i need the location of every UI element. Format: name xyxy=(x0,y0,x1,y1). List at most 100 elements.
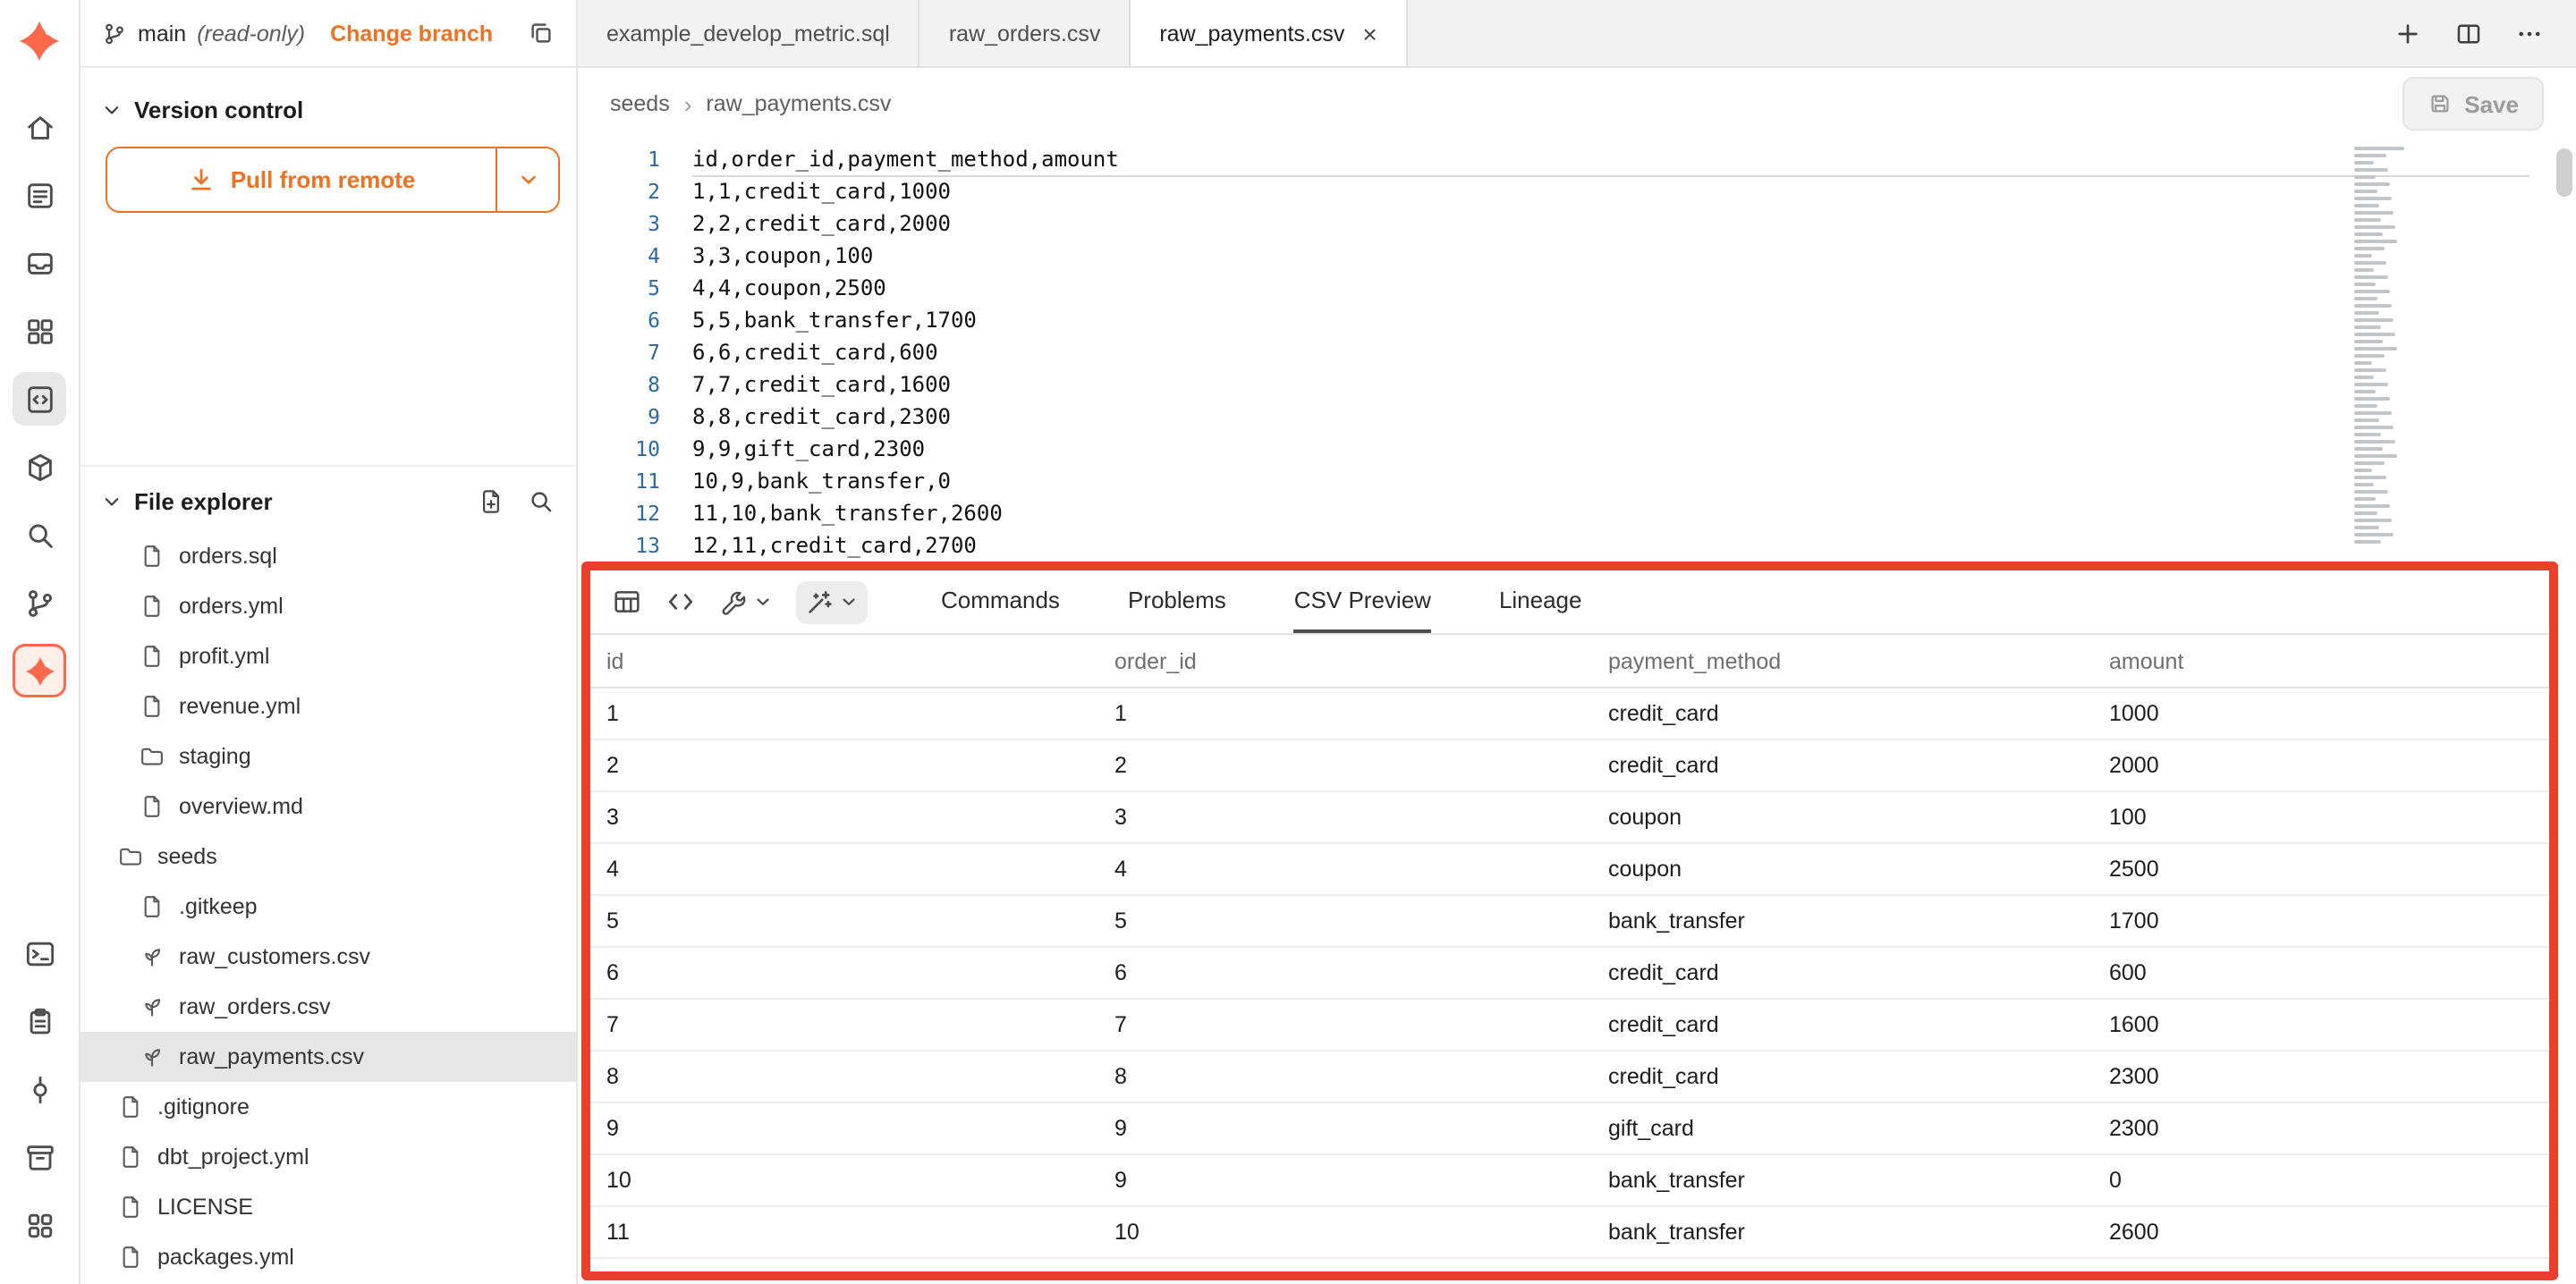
code-line-11[interactable]: 1110,9,bank_transfer,0 xyxy=(578,465,2576,497)
csv-row-8[interactable]: 88credit_card2300 xyxy=(590,1052,2549,1103)
code-editor-icon[interactable] xyxy=(13,372,66,426)
table-view-icon[interactable] xyxy=(612,587,642,617)
line-number: 11 xyxy=(578,465,660,497)
build-tools-dropdown[interactable] xyxy=(719,587,773,616)
code-editor[interactable]: 1id,order_id,payment_method,amount21,1,c… xyxy=(578,139,2576,562)
terminal-icon[interactable] xyxy=(13,926,66,980)
csv-cell: 8 xyxy=(590,1064,1098,1089)
clipboard-icon[interactable] xyxy=(13,994,66,1048)
branch-icon[interactable] xyxy=(13,576,66,629)
change-branch-link[interactable]: Change branch xyxy=(330,21,493,46)
csv-row-1[interactable]: 11credit_card1000 xyxy=(590,688,2549,740)
code-line-12[interactable]: 1211,10,bank_transfer,2600 xyxy=(578,497,2576,529)
inbox-icon[interactable] xyxy=(13,236,66,290)
csv-row-11[interactable]: 1110bank_transfer2600 xyxy=(590,1207,2549,1259)
file-item-raw-payments-csv[interactable]: raw_payments.csv xyxy=(80,1032,576,1082)
csv-row-9[interactable]: 99gift_card2300 xyxy=(590,1103,2549,1155)
file-item-seeds[interactable]: seeds xyxy=(80,832,576,882)
csv-row-7[interactable]: 77credit_card1600 xyxy=(590,1000,2549,1052)
code-line-4[interactable]: 43,3,coupon,100 xyxy=(578,240,2576,272)
nav-rail-top xyxy=(13,14,66,712)
grid-icon[interactable] xyxy=(13,304,66,358)
file-item-gitignore[interactable]: .gitignore xyxy=(80,1082,576,1132)
panel-tab-csv-preview[interactable]: CSV Preview xyxy=(1294,570,1431,633)
pull-from-remote-main[interactable]: Pull from remote xyxy=(107,148,497,211)
minimap-line xyxy=(2354,268,2374,272)
nav-rail-bottom xyxy=(13,926,66,1266)
archive-icon[interactable] xyxy=(13,1130,66,1184)
magic-wand-dropdown[interactable] xyxy=(796,580,868,623)
code-line-13[interactable]: 1312,11,credit_card,2700 xyxy=(578,529,2576,562)
code-line-3[interactable]: 32,2,credit_card,2000 xyxy=(578,207,2576,240)
editor-tab-raw-orders-csv[interactable]: raw_orders.csv xyxy=(920,0,1131,66)
file-item-orders-sql[interactable]: orders.sql xyxy=(80,531,576,581)
minimap-line xyxy=(2354,454,2397,458)
file-item-license[interactable]: LICENSE xyxy=(80,1182,576,1232)
csv-cell: 1 xyxy=(1098,701,1592,726)
breadcrumb-folder[interactable]: seeds xyxy=(610,91,670,116)
file-icon xyxy=(140,544,165,569)
code-line-1[interactable]: 1id,order_id,payment_method,amount xyxy=(578,143,2576,175)
csv-cell: bank_transfer xyxy=(1592,1168,2093,1193)
editor-tab-example-develop-metric-sql[interactable]: example_develop_metric.sql xyxy=(578,0,920,66)
file-item-overview-md[interactable]: overview.md xyxy=(80,781,576,832)
file-item-revenue-yml[interactable]: revenue.yml xyxy=(80,681,576,731)
pull-from-remote-button[interactable]: Pull from remote xyxy=(106,147,560,213)
file-item-packages-yml[interactable]: packages.yml xyxy=(80,1232,576,1282)
panel-tab-problems[interactable]: Problems xyxy=(1128,570,1226,633)
file-item-gitkeep[interactable]: .gitkeep xyxy=(80,882,576,932)
dbt-assist-icon[interactable] xyxy=(13,644,66,697)
file-item-profit-yml[interactable]: profit.yml xyxy=(80,631,576,681)
sidebar: main (read-only) Change branch Version c… xyxy=(80,0,578,1284)
apps-icon[interactable] xyxy=(13,1198,66,1252)
search-icon[interactable] xyxy=(13,508,66,562)
editor-tab-raw-payments-csv[interactable]: raw_payments.csv× xyxy=(1131,0,1407,66)
csv-row-6[interactable]: 66credit_card600 xyxy=(590,948,2549,1000)
pull-options-caret[interactable] xyxy=(497,148,558,211)
csv-row-3[interactable]: 33coupon100 xyxy=(590,792,2549,844)
more-options-icon[interactable] xyxy=(2515,19,2544,47)
file-item-raw-orders-csv[interactable]: raw_orders.csv xyxy=(80,982,576,1032)
panel-tab-lineage[interactable]: Lineage xyxy=(1499,570,1582,633)
save-button[interactable]: Save xyxy=(2402,77,2544,131)
code-line-7[interactable]: 76,6,credit_card,600 xyxy=(578,336,2576,368)
home-icon[interactable] xyxy=(13,100,66,154)
line-number: 10 xyxy=(578,433,660,465)
panel-tab-commands[interactable]: Commands xyxy=(941,570,1060,633)
code-view-icon[interactable] xyxy=(665,587,696,617)
code-line-9[interactable]: 98,8,credit_card,2300 xyxy=(578,401,2576,433)
file-item-dbt-project-yml[interactable]: dbt_project.yml xyxy=(80,1132,576,1182)
code-line-6[interactable]: 65,5,bank_transfer,1700 xyxy=(578,304,2576,336)
commit-icon[interactable] xyxy=(13,1062,66,1116)
csv-row-2[interactable]: 22credit_card2000 xyxy=(590,740,2549,792)
copy-branch-icon[interactable] xyxy=(528,20,555,46)
cube-icon[interactable] xyxy=(13,440,66,494)
minimap-line xyxy=(2354,182,2390,186)
version-control-header[interactable]: Version control xyxy=(102,86,555,132)
file-item-staging[interactable]: staging xyxy=(80,731,576,781)
split-editor-icon[interactable] xyxy=(2454,19,2483,47)
csv-row-5[interactable]: 55bank_transfer1700 xyxy=(590,896,2549,948)
file-item-orders-yml[interactable]: orders.yml xyxy=(80,581,576,631)
file-label: orders.sql xyxy=(179,544,277,569)
tab-close-icon[interactable]: × xyxy=(1362,21,1377,46)
new-tab-icon[interactable] xyxy=(2394,19,2422,47)
csv-row-10[interactable]: 109bank_transfer0 xyxy=(590,1155,2549,1207)
minimap[interactable] xyxy=(2351,147,2529,554)
code-line-10[interactable]: 109,9,gift_card,2300 xyxy=(578,433,2576,465)
minimap-line xyxy=(2354,476,2386,479)
csv-row-4[interactable]: 44coupon2500 xyxy=(590,844,2549,896)
code-line-8[interactable]: 87,7,credit_card,1600 xyxy=(578,368,2576,401)
editor-scrollbar-thumb[interactable] xyxy=(2556,148,2572,197)
csv-row-12[interactable]: 1211credit_card2700 xyxy=(590,1259,2549,1271)
file-item-raw-customers-csv[interactable]: raw_customers.csv xyxy=(80,932,576,982)
file-explorer-header[interactable]: File explorer xyxy=(80,477,576,524)
code-line-5[interactable]: 54,4,coupon,2500 xyxy=(578,272,2576,304)
dbt-logo[interactable] xyxy=(13,14,66,68)
tab-bar-actions xyxy=(2361,0,2576,66)
notebook-icon[interactable] xyxy=(13,168,66,222)
search-files-icon[interactable] xyxy=(528,487,555,514)
minimap-line xyxy=(2354,254,2372,258)
new-file-icon[interactable] xyxy=(478,487,504,514)
code-line-2[interactable]: 21,1,credit_card,1000 xyxy=(578,175,2576,207)
